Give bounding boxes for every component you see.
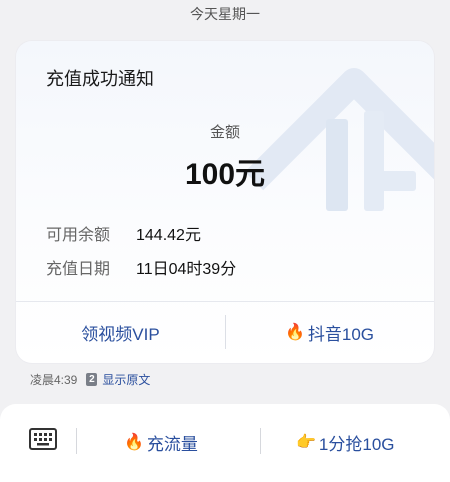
fire-icon: 🔥 <box>124 434 144 451</box>
douyin-10g-button[interactable]: 🔥 抖音10G <box>225 301 434 363</box>
show-original-link[interactable]: 显示原文 <box>102 371 150 388</box>
claim-video-vip-label: 领视频VIP <box>81 324 160 344</box>
amount-label: 金额 <box>209 124 240 141</box>
message-card: 充值成功通知 金额 100元 可用余额 144.42元 充值日期 11日04时3… <box>16 41 434 363</box>
amount-value: 100元 <box>184 158 266 191</box>
keyboard-icon[interactable] <box>28 426 58 452</box>
bar-separator <box>76 428 77 454</box>
bar-separator <box>260 428 261 454</box>
grab-10g-label: 1分抢10G <box>318 434 395 454</box>
claim-video-vip-button[interactable]: 领视频VIP <box>16 301 225 363</box>
grab-10g-button[interactable]: 👉 1分抢10G <box>296 422 395 462</box>
recharge-data-button[interactable]: 🔥 充流量 <box>124 422 198 462</box>
message-time: 凌晨4:39 <box>30 373 78 387</box>
recharge-date-label: 充值日期 <box>46 261 111 278</box>
douyin-10g-label: 抖音10G <box>307 324 375 344</box>
date-header: 今天星期一 <box>190 6 260 22</box>
balance-value: 144.42元 <box>136 227 201 244</box>
notification-title: 充值成功通知 <box>46 69 154 89</box>
recharge-date-value: 11日04时39分 <box>136 261 237 278</box>
balance-label: 可用余额 <box>46 227 111 244</box>
sim-badge: 2 <box>86 373 98 386</box>
quick-reply-bar: 🔥 充流量 👉 1分抢10G <box>0 404 450 482</box>
message-meta: 凌晨4:39 2 显示原文 <box>30 371 150 388</box>
pointing-hand-icon: 👉 <box>296 434 316 451</box>
fire-icon: 🔥 <box>284 324 305 341</box>
recharge-data-label: 充流量 <box>146 434 198 454</box>
